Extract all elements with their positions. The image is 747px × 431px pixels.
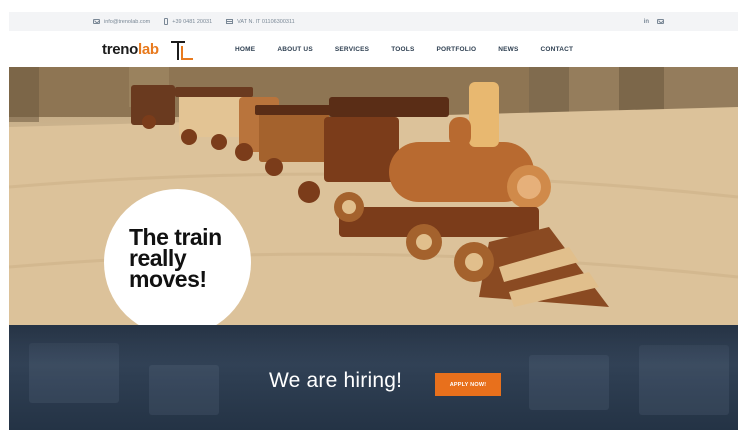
hero-line-3: moves! (129, 266, 207, 292)
hiring-banner: We are hiring! APPLY NOW! (9, 325, 738, 430)
apply-now-button[interactable]: APPLY NOW! (435, 373, 501, 396)
mail-icon (93, 19, 100, 24)
background-shape (149, 365, 219, 415)
linkedin-icon[interactable]: in (644, 19, 649, 25)
nav-home[interactable]: HOME (235, 46, 255, 53)
logo[interactable]: trenolab (102, 41, 159, 58)
logo-text-lab: lab (138, 41, 159, 58)
nav-tools[interactable]: TOOLS (391, 46, 414, 53)
phone-item[interactable]: +39 0481 20031 (164, 18, 212, 25)
top-info-bar: info@trenolab.com +39 0481 20031 VAT N. … (9, 12, 738, 31)
nav-about-us[interactable]: ABOUT US (277, 46, 313, 53)
nav-services[interactable]: SERVICES (335, 46, 369, 53)
nav-news[interactable]: NEWS (498, 46, 518, 53)
hiring-title: We are hiring! (269, 369, 403, 392)
social-links: in (644, 19, 664, 25)
hero-headline: The train really moves! (129, 226, 249, 292)
logo-text-treno: treno (102, 41, 139, 58)
card-icon (226, 19, 234, 24)
email-item[interactable]: info@trenolab.com (93, 19, 150, 25)
email-text[interactable]: info@trenolab.com (104, 19, 150, 25)
hero-bubble: The train really moves! (104, 189, 251, 325)
site-header: trenolab HOME ABOUT US SERVICES TOOLS PO… (9, 31, 738, 67)
mail-icon[interactable] (657, 19, 664, 24)
background-shade (9, 325, 738, 365)
phone-text[interactable]: +39 0481 20031 (172, 19, 212, 25)
phone-icon (164, 18, 169, 25)
nav-contact[interactable]: CONTACT (541, 46, 574, 53)
contact-info: info@trenolab.com +39 0481 20031 VAT N. … (93, 18, 309, 25)
vat-text: VAT N. IT 01106300311 (237, 18, 295, 25)
hero-banner: The train really moves! (9, 67, 738, 325)
vat-item: VAT N. IT 01106300311 (226, 18, 295, 25)
main-nav: HOME ABOUT US SERVICES TOOLS PORTFOLIO N… (235, 31, 595, 67)
nav-portfolio[interactable]: PORTFOLIO (437, 46, 477, 53)
logo-mark-icon[interactable] (170, 38, 194, 62)
